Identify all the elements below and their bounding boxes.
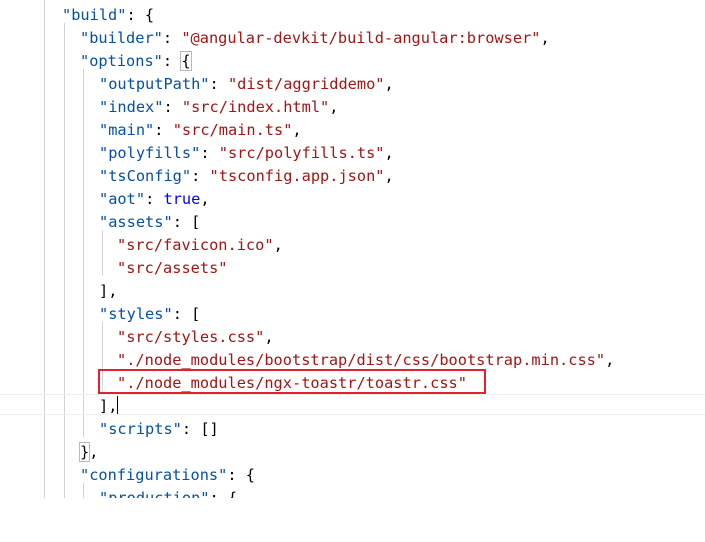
json-key: "index": [99, 98, 164, 116]
code-line: "build": {: [62, 6, 155, 24]
json-key: "configurations": [80, 466, 228, 484]
code-line: "polyfills": "src/polyfills.ts",: [99, 144, 394, 162]
code-line: "styles": [: [99, 305, 201, 323]
code-line: "main": "src/main.ts",: [99, 121, 302, 139]
code-line: ],: [99, 282, 118, 300]
json-key: "tsConfig": [99, 167, 192, 185]
code-line: "aot": true,: [99, 190, 210, 208]
json-string: "src/main.ts": [172, 121, 293, 139]
code-line: "options": {: [80, 51, 192, 71]
code-line: "index": "src/index.html",: [99, 98, 339, 116]
json-string: "src/assets": [117, 259, 228, 277]
json-key: "polyfills": [99, 144, 201, 162]
json-string: "src/styles.css": [117, 328, 265, 346]
code-line: "scripts": []: [99, 420, 219, 438]
blank-area: [0, 498, 705, 542]
code-line: ],: [99, 397, 118, 415]
code-line: "tsConfig": "tsconfig.app.json",: [99, 167, 394, 185]
indent-guide: [102, 230, 103, 276]
text-cursor: [117, 396, 118, 414]
json-string: "src/favicon.ico": [117, 236, 274, 254]
code-line: "builder": "@angular-devkit/build-angula…: [80, 29, 550, 47]
highlight-box: [98, 369, 486, 394]
indent-guide: [44, 0, 45, 498]
matching-bracket: {: [180, 51, 192, 71]
json-boolean: true: [163, 190, 201, 208]
json-string: "src/index.html": [181, 98, 330, 116]
json-key: "outputPath": [99, 75, 210, 93]
json-string: "src/polyfills.ts": [218, 144, 385, 162]
matching-bracket: }: [78, 442, 91, 462]
code-editor[interactable]: "build": { "builder": "@angular-devkit/b…: [0, 0, 705, 498]
json-string: "dist/aggriddemo": [227, 75, 385, 93]
code-line: "assets": [: [99, 213, 201, 231]
json-key: "build": [62, 6, 127, 24]
json-string: "tsconfig.app.json": [209, 167, 385, 185]
code-line: "production": {: [99, 487, 237, 498]
json-key: "scripts": [99, 420, 182, 438]
indent-guide: [64, 23, 65, 498]
json-key: "production": [99, 489, 210, 498]
json-key: "assets": [99, 213, 173, 231]
indent-guide: [83, 69, 84, 437]
json-key: "options": [80, 52, 163, 70]
json-key: "main": [99, 121, 155, 139]
code-line: "src/styles.css",: [117, 328, 274, 346]
json-key: "styles": [99, 305, 173, 323]
json-string: "@angular-devkit/build-angular:browser": [181, 29, 541, 47]
code-line: "configurations": {: [80, 466, 255, 484]
json-array: []: [200, 420, 219, 438]
code-line: "src/assets": [117, 257, 228, 280]
json-key: "aot": [99, 190, 146, 208]
code-line: "src/favicon.ico",: [117, 236, 283, 254]
code-line: "outputPath": "dist/aggriddemo",: [99, 75, 394, 93]
json-key: "builder": [80, 29, 163, 47]
json-string: "./node_modules/bootstrap/dist/css/boots…: [117, 351, 606, 369]
code-line: },: [78, 442, 99, 462]
